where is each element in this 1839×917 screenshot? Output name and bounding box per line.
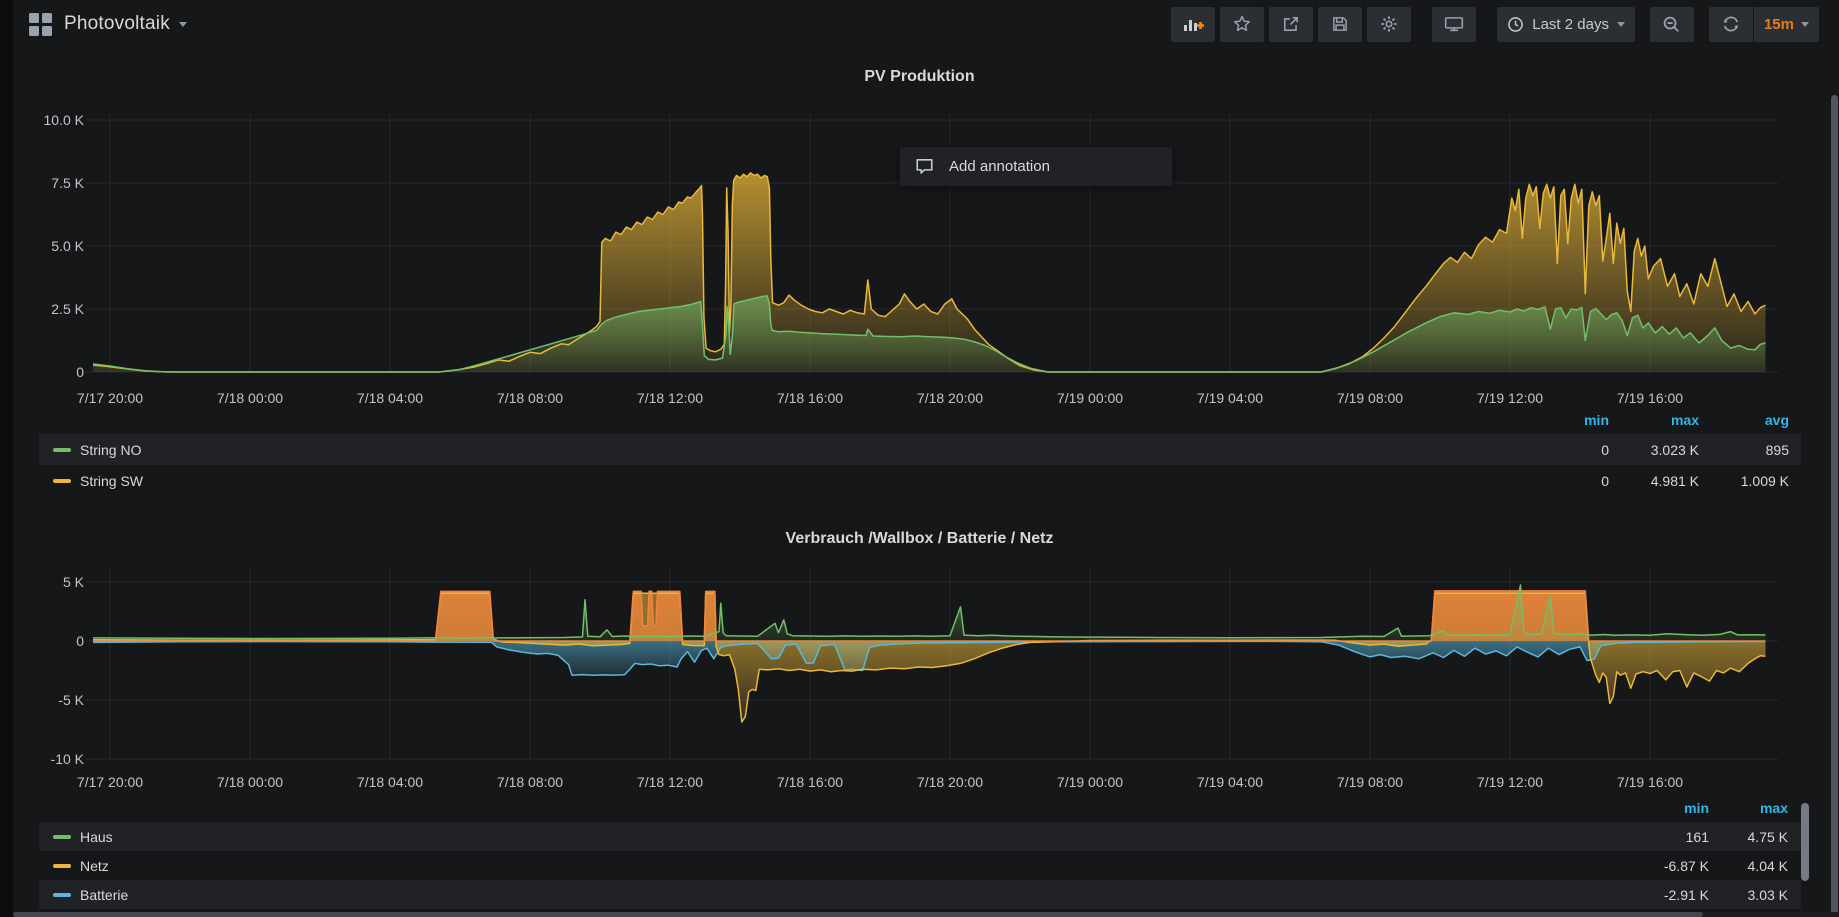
legend-series-label: Netz: [80, 858, 109, 874]
comment-bubble-icon: [915, 158, 934, 175]
legend-header: minmaxavg: [39, 412, 1801, 432]
left-edge-strip: [0, 0, 13, 917]
zoom-out-button[interactable]: [1650, 7, 1694, 42]
legend-row-netz[interactable]: Netz-6.87 K4.04 K: [39, 851, 1801, 880]
x-axis-tick-label: 7/18 08:00: [497, 774, 563, 790]
series-color-swatch[interactable]: [53, 479, 71, 483]
add-annotation-label: Add annotation: [949, 158, 1050, 175]
legend-stat-header-avg[interactable]: avg: [1679, 412, 1789, 428]
refresh-button[interactable]: [1709, 7, 1753, 42]
series-color-swatch[interactable]: [53, 893, 71, 897]
x-axis-tick-label: 7/19 12:00: [1477, 774, 1543, 790]
chevron-down-icon: [1617, 22, 1625, 27]
legend-stat-value: 1.009 K: [1679, 473, 1789, 489]
time-range-label: Last 2 days: [1532, 16, 1609, 33]
legend-row-haus[interactable]: Haus1614.75 K: [39, 822, 1801, 851]
monitor-icon: [1444, 15, 1464, 33]
x-axis-tick-label: 7/19 08:00: [1337, 774, 1403, 790]
series-color-swatch[interactable]: [53, 864, 71, 868]
legend-row-string-sw[interactable]: String SW04.981 K1.009 K: [39, 465, 1801, 496]
zoom-out-icon: [1662, 15, 1681, 34]
y-axis-tick-label: -5 K: [58, 692, 84, 708]
legend-stat-value: 4.75 K: [1678, 829, 1788, 845]
time-range-picker[interactable]: Last 2 days: [1497, 7, 1635, 42]
tv-kiosk-button[interactable]: [1432, 7, 1476, 42]
legend-series-label: String SW: [80, 473, 143, 489]
star-icon: [1233, 15, 1251, 33]
legend-row-string-no[interactable]: String NO03.023 K895: [39, 434, 1801, 465]
refresh-interval-dropdown[interactable]: 15m: [1754, 7, 1819, 42]
series-color-swatch[interactable]: [53, 835, 71, 839]
star-button[interactable]: [1220, 7, 1264, 42]
dashboard-grid-icon[interactable]: [29, 13, 52, 36]
panel-title-verbrauch[interactable]: Verbrauch /Wallbox / Batterie / Netz: [0, 530, 1839, 548]
legend-stat-value: 895: [1679, 442, 1789, 458]
legend-stat-value: 3.03 K: [1678, 887, 1788, 903]
legend-series-label: Haus: [80, 829, 113, 845]
gear-icon: [1380, 15, 1398, 33]
legend-series-label: Batterie: [80, 887, 128, 903]
add-annotation-menu-item[interactable]: Add annotation: [900, 147, 1172, 186]
page-vertical-scrollbar[interactable]: [1831, 95, 1838, 917]
legend-row-batterie[interactable]: Batterie-2.91 K3.03 K: [39, 880, 1801, 909]
x-axis-tick-label: 7/19 00:00: [1057, 774, 1123, 790]
x-axis-tick-label: 7/18 20:00: [917, 774, 983, 790]
navbar: Photovoltaik: [13, 0, 1839, 48]
refresh-interval-label: 15m: [1764, 16, 1794, 33]
save-icon: [1331, 15, 1349, 33]
x-axis-tick-label: 7/18 16:00: [777, 774, 843, 790]
y-axis-tick-label: -10 K: [51, 751, 85, 767]
save-button[interactable]: [1318, 7, 1362, 42]
add-panel-button[interactable]: [1171, 7, 1215, 42]
chevron-down-icon: [1801, 22, 1809, 27]
x-axis-tick-label: 7/18 12:00: [637, 774, 703, 790]
add-panel-icon: [1182, 15, 1204, 33]
settings-button[interactable]: [1367, 7, 1411, 42]
x-axis-tick-label: 7/18 00:00: [217, 774, 283, 790]
x-axis-tick-label: 7/18 04:00: [357, 774, 423, 790]
refresh-icon: [1722, 15, 1740, 33]
y-axis-tick-label: 5 K: [63, 574, 85, 590]
legend-header: minmax: [39, 800, 1801, 820]
x-axis-tick-label: 7/19 04:00: [1197, 774, 1263, 790]
share-button[interactable]: [1269, 7, 1313, 42]
dashboard-title: Photovoltaik: [64, 13, 170, 35]
legend-series-label: String NO: [80, 442, 141, 458]
legend-stat-value: 4.04 K: [1678, 858, 1788, 874]
page-horizontal-scrollbar[interactable]: [13, 912, 1703, 917]
legend-scrollbar[interactable]: [1801, 803, 1809, 881]
chevron-down-icon: [179, 22, 187, 27]
share-icon: [1282, 15, 1300, 33]
panel-title-pv-produktion[interactable]: PV Produktion: [0, 68, 1839, 86]
dashboard-title-dropdown[interactable]: Photovoltaik: [64, 13, 187, 35]
x-axis-tick-label: 7/19 16:00: [1617, 774, 1683, 790]
y-axis-tick-label: 0: [76, 633, 84, 649]
clock-icon: [1507, 16, 1524, 33]
x-axis-tick-label: 7/17 20:00: [77, 774, 143, 790]
series-color-swatch[interactable]: [53, 448, 71, 452]
legend-stat-header-max[interactable]: max: [1678, 800, 1788, 816]
page-horizontal-scrollbar-track: [13, 912, 1839, 917]
